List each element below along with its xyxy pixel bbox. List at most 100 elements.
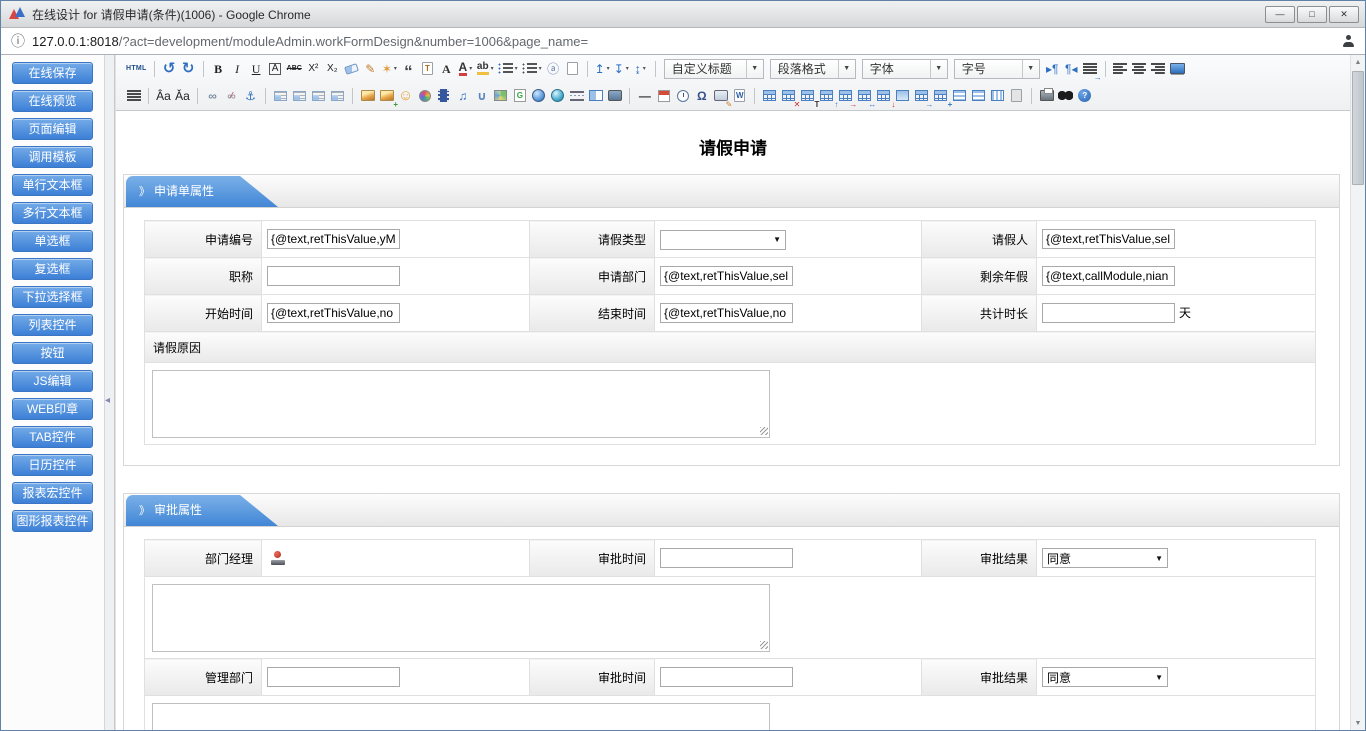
page-break-icon[interactable] [569, 87, 584, 105]
format-brush-icon[interactable]: ✎ [363, 60, 378, 78]
font-color-icon[interactable]: A▾ [458, 60, 473, 78]
ordered-list-icon[interactable]: ▾ [498, 60, 518, 78]
paragraph-format-select[interactable]: 段落格式▼ [770, 59, 856, 79]
align-center-icon[interactable] [1132, 60, 1147, 78]
inline-code-icon[interactable]: ⓐ [546, 60, 561, 78]
maximize-button[interactable]: □ [1297, 6, 1327, 23]
para-space-after-icon[interactable]: ↧▾ [614, 60, 629, 78]
document-icon[interactable] [1009, 87, 1024, 105]
scroll-down-icon[interactable]: ▼ [1351, 716, 1365, 730]
btn-js-edit[interactable]: JS编辑 [12, 370, 93, 392]
superscript-icon[interactable]: X² [306, 60, 321, 78]
html-source-icon[interactable]: HTML [126, 60, 147, 78]
form-design-canvas[interactable]: 请假申请 》申请单属性 申请编号 [116, 111, 1350, 730]
approve-result1-select[interactable]: 同意 ▼ [1042, 548, 1168, 568]
insert-rows-icon[interactable] [971, 87, 986, 105]
merge-cells-icon[interactable] [952, 87, 967, 105]
link-icon[interactable]: ∞ [205, 87, 220, 105]
btn-page-edit[interactable]: 页面编辑 [12, 118, 93, 140]
img-align-right-icon[interactable] [311, 87, 326, 105]
unlink-icon[interactable]: ∞⁄ [224, 87, 239, 105]
btn-single-line-text[interactable]: 单行文本框 [12, 174, 93, 196]
strikethrough-icon[interactable]: ABC [287, 60, 302, 78]
print-icon[interactable] [1039, 87, 1054, 105]
rtl-icon[interactable]: ¶◂ [1064, 60, 1079, 78]
special-char-icon[interactable]: Ω [694, 87, 709, 105]
multi-image-icon[interactable]: + [379, 87, 394, 105]
redo-icon[interactable]: ↻ [181, 60, 196, 78]
italic-icon[interactable]: I [230, 60, 245, 78]
bold-icon[interactable]: B [211, 60, 226, 78]
undo-icon[interactable]: ↺ [162, 60, 177, 78]
section2-tab[interactable]: 》审批属性 [126, 495, 278, 526]
stamp-icon[interactable] [271, 551, 285, 565]
btn-radio[interactable]: 单选框 [12, 230, 93, 252]
row-insert-above-icon[interactable]: ↑ [819, 87, 834, 105]
anchor-icon[interactable]: ⚓ [243, 87, 258, 105]
btn-checkbox[interactable]: 复选框 [12, 258, 93, 280]
resize-grip[interactable] [760, 641, 768, 649]
subscript-icon[interactable]: X₂ [325, 60, 340, 78]
btn-web-stamp[interactable]: WEB印章 [12, 398, 93, 420]
col-insert-icon[interactable]: ↔ [857, 87, 872, 105]
layout-columns-icon[interactable] [588, 87, 603, 105]
para-space-before-icon[interactable]: ↥▾ [595, 60, 610, 78]
resize-grip[interactable] [760, 427, 768, 435]
emoticon-icon[interactable]: ☺ [398, 87, 413, 105]
map-icon[interactable] [493, 87, 508, 105]
cell-prop-icon[interactable] [895, 87, 910, 105]
scroll-up-icon[interactable]: ▲ [1351, 55, 1365, 69]
apply-dept-input[interactable] [660, 266, 793, 286]
help-icon[interactable]: ? [1077, 87, 1092, 105]
vertical-scrollbar[interactable]: ▲ ▼ [1350, 55, 1365, 730]
approve-time2-input[interactable] [660, 667, 793, 687]
col-delete-icon[interactable]: ↓ [876, 87, 891, 105]
underline-icon[interactable]: U [249, 60, 264, 78]
horizontal-rule-icon[interactable]: — [637, 87, 652, 105]
border-font-icon[interactable]: A [268, 60, 283, 78]
media-icon[interactable] [531, 87, 546, 105]
img-align-block-icon[interactable] [330, 87, 345, 105]
word-import-icon[interactable]: W [732, 87, 747, 105]
approve-time1-input[interactable] [660, 548, 793, 568]
auto-typeset-icon[interactable]: ✶▾ [382, 60, 397, 78]
cell-split-right-icon[interactable]: → [914, 87, 929, 105]
btn-use-template[interactable]: 调用模板 [12, 146, 93, 168]
indent-icon[interactable]: → [1083, 60, 1098, 78]
table-delete-icon[interactable]: ✕ [781, 87, 796, 105]
btn-dropdown-select[interactable]: 下拉选择框 [12, 286, 93, 308]
scrollbar-thumb[interactable] [1352, 71, 1364, 185]
site-info-icon[interactable]: ⓘ [11, 31, 25, 51]
highlight-icon[interactable]: ab▾ [477, 60, 494, 78]
btn-online-preview[interactable]: 在线预览 [12, 90, 93, 112]
job-title-input[interactable] [267, 266, 400, 286]
flash-icon[interactable] [550, 87, 565, 105]
custom-title-select[interactable]: 自定义标题▼ [664, 59, 764, 79]
find-icon[interactable] [1058, 87, 1073, 105]
applicant-input[interactable] [1042, 229, 1175, 249]
table-icon[interactable] [762, 87, 777, 105]
minimize-button[interactable]: — [1265, 6, 1295, 23]
screenshot-icon[interactable] [607, 87, 622, 105]
table-prop-icon[interactable]: T [800, 87, 815, 105]
apply-no-input[interactable] [267, 229, 400, 249]
profile-icon[interactable] [1342, 35, 1355, 47]
btn-list-control[interactable]: 列表控件 [12, 314, 93, 336]
google-map-icon[interactable]: G [512, 87, 527, 105]
time-icon[interactable] [675, 87, 690, 105]
img-align-center-icon[interactable] [292, 87, 307, 105]
close-button[interactable]: ✕ [1329, 6, 1359, 23]
font-size-select[interactable]: 字号▼ [954, 59, 1040, 79]
justify-icon[interactable] [126, 87, 141, 105]
approve-result2-select[interactable]: 同意 ▼ [1042, 667, 1168, 687]
end-time-input[interactable] [660, 303, 793, 323]
collapse-sidebar-icon[interactable]: ◂ [105, 395, 110, 406]
paste-text-icon[interactable]: T [420, 60, 435, 78]
mgmt-dept-input[interactable] [267, 667, 400, 687]
uppercase-icon[interactable]: Âa [156, 87, 171, 105]
manager-comment-textarea[interactable] [152, 584, 770, 652]
remain-annual-input[interactable] [1042, 266, 1175, 286]
unordered-list-icon[interactable]: ▾ [522, 60, 542, 78]
btn-graph-report-control[interactable]: 图形报表控件 [12, 510, 93, 532]
eraser-icon[interactable] [344, 60, 359, 78]
